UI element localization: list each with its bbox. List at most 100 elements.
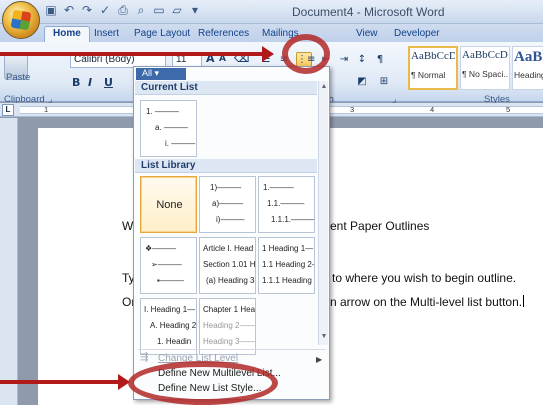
vertical-ruler — [0, 118, 18, 405]
doc-text: n arrow on the Multi-level list button. — [330, 295, 523, 309]
list-level-3: Heading 3—— — [203, 337, 256, 346]
list-style-heading-decimal[interactable]: 1 Heading 1— 1.1 Heading 2— 1.1.1 Headin… — [258, 237, 315, 294]
office-button[interactable] — [2, 1, 40, 39]
change-level-icon: ⇶ — [140, 352, 149, 363]
current-list-header: Current List — [135, 81, 317, 95]
borders-icon[interactable]: ⊞ — [376, 74, 392, 90]
list-level-3: i. ——— — [165, 139, 196, 148]
list-style-heading-roman[interactable]: I. Heading 1— A. Heading 2 1. Headin — [140, 298, 197, 355]
sort-icon[interactable]: ↕ — [354, 52, 370, 68]
multilevel-list-menu: All ▾ Current List 1. ——— a. ——— i. ——— … — [133, 66, 330, 400]
list-level-2: 1.1.——— — [267, 199, 305, 208]
tab-home[interactable]: Home — [44, 26, 90, 42]
show-marks-icon[interactable]: ¶ — [372, 52, 388, 68]
office-logo-icon — [10, 9, 32, 31]
submenu-arrow-icon: ▶ — [316, 355, 323, 364]
list-level-3: (a) Heading 3- — [206, 276, 256, 285]
print-preview-icon[interactable]: ⌕ — [134, 3, 148, 18]
doc-text: ent Paper Outlines — [330, 219, 430, 233]
print-icon[interactable]: ⎙ — [116, 3, 130, 18]
italic-button[interactable]: I — [88, 76, 92, 89]
ruler-number: 1 — [44, 105, 49, 114]
list-level-2: a. ——— — [155, 123, 188, 132]
doc-text: to where you wish to begin outline. — [332, 271, 517, 285]
menu-scrollbar[interactable]: ▲ ▼ — [318, 81, 328, 345]
open-icon[interactable]: ▱ — [170, 3, 184, 18]
window-title: Document4 - Microsoft Word — [292, 5, 445, 19]
style-heading[interactable]: AaBb Heading — [512, 46, 543, 90]
list-level-2: Section 1.01 H — [203, 260, 256, 269]
undo-icon[interactable]: ↶ — [62, 3, 76, 18]
list-style-none[interactable]: None — [140, 176, 197, 233]
list-level-3: 1.1.1.——— — [271, 215, 315, 224]
scroll-up-icon[interactable]: ▲ — [319, 83, 329, 90]
tab-references[interactable]: References — [198, 26, 249, 42]
customize-qat-icon[interactable]: ▾ — [188, 3, 202, 18]
tab-page-layout[interactable]: Page Layout — [134, 26, 190, 42]
title-bar: ▣ ↶ ↷ ✓ ⎙ ⌕ ▭ ▱ ▾ Document4 - Microsoft … — [0, 0, 543, 24]
list-level-1: ❖——— — [145, 244, 177, 253]
style-sample: AaBb — [514, 49, 543, 65]
list-level-2: a)——— — [212, 199, 244, 208]
tab-developer[interactable]: Developer — [394, 26, 440, 42]
scroll-down-icon[interactable]: ▼ — [319, 333, 329, 340]
style-normal[interactable]: AaBbCcDc ¶ Normal — [408, 46, 458, 90]
list-level-1: Chapter 1 Hea — [203, 305, 256, 314]
tab-view[interactable]: View — [356, 26, 378, 42]
list-level-3: ▪——— — [157, 276, 184, 285]
quick-access-toolbar: ▣ ↶ ↷ ✓ ⎙ ⌕ ▭ ▱ ▾ — [44, 3, 202, 18]
style-name: ¶ No Spaci... — [462, 69, 508, 79]
list-level-3: 1.1.1 Heading — [262, 276, 312, 285]
ribbon-tabs: Home Insert Page Layout References Maili… — [0, 24, 543, 42]
list-level-1: 1 Heading 1— — [262, 244, 314, 253]
list-level-1: 1.——— — [263, 183, 294, 192]
list-level-2: Heading 2—— — [203, 321, 256, 330]
list-level-3: 1. Headin — [157, 337, 192, 346]
increase-indent-icon[interactable]: ⇥ — [336, 52, 352, 68]
annotation-arrow-bottom — [0, 374, 130, 390]
ruler-number: 3 — [350, 105, 355, 114]
menu-separator — [138, 349, 326, 350]
paste-label: Paste — [6, 72, 31, 83]
bold-button[interactable]: B — [72, 76, 80, 89]
underline-button[interactable]: U — [104, 76, 113, 89]
annotation-circle-button — [282, 34, 330, 74]
style-sample: AaBbCcDc — [462, 49, 508, 61]
list-level-2: ➢——— — [151, 260, 182, 269]
list-level-3: i)——— — [216, 215, 245, 224]
save-icon[interactable]: ▣ — [44, 3, 58, 18]
list-level-1: 1. ——— — [146, 107, 179, 116]
list-style-bullets[interactable]: ❖——— ➢——— ▪——— — [140, 237, 197, 294]
doc-text: W — [122, 219, 134, 233]
annotation-circle-menu-items — [128, 361, 278, 405]
list-level-1: Article I. Head — [203, 244, 254, 253]
ruler-number: 5 — [506, 105, 511, 114]
list-level-2: 1.1 Heading 2— — [262, 260, 315, 269]
list-level-1: I. Heading 1— — [144, 305, 196, 314]
list-library-header: List Library — [135, 159, 317, 173]
list-style-number-paren[interactable]: 1)——— a)——— i)——— — [199, 176, 256, 233]
list-level-1: 1)——— — [210, 183, 242, 192]
list-style-chapter[interactable]: Chapter 1 Hea Heading 2—— Heading 3—— — [199, 298, 256, 355]
filter-dropdown[interactable]: All ▾ — [136, 68, 186, 80]
annotation-arrow-top — [0, 46, 274, 62]
style-name: ¶ Normal — [411, 70, 446, 80]
shading-icon[interactable]: ◩ — [354, 74, 370, 90]
tab-selector[interactable]: L — [2, 104, 14, 116]
styles-gallery: AaBbCcDc ¶ Normal AaBbCcDc ¶ No Spaci...… — [408, 46, 543, 90]
style-name: Heading — [514, 70, 543, 80]
doc-text-with-caret: n arrow on the Multi-level list button. — [330, 295, 525, 309]
list-style-article-section[interactable]: Article I. Head Section 1.01 H (a) Headi… — [199, 237, 256, 294]
list-style-decimal-outline[interactable]: 1.——— 1.1.——— 1.1.1.——— — [258, 176, 315, 233]
new-icon[interactable]: ▭ — [152, 3, 166, 18]
none-label: None — [156, 199, 183, 211]
current-list-tile[interactable]: 1. ——— a. ——— i. ——— — [140, 100, 197, 157]
text-caret — [523, 295, 525, 307]
tab-insert[interactable]: Insert — [94, 26, 119, 42]
ruler-number: 4 — [430, 105, 435, 114]
spelling-icon[interactable]: ✓ — [98, 3, 112, 18]
style-sample: AaBbCcDc — [411, 50, 455, 62]
redo-icon[interactable]: ↷ — [80, 3, 94, 18]
list-level-2: A. Heading 2 — [150, 321, 197, 330]
style-no-spacing[interactable]: AaBbCcDc ¶ No Spaci... — [460, 46, 510, 90]
